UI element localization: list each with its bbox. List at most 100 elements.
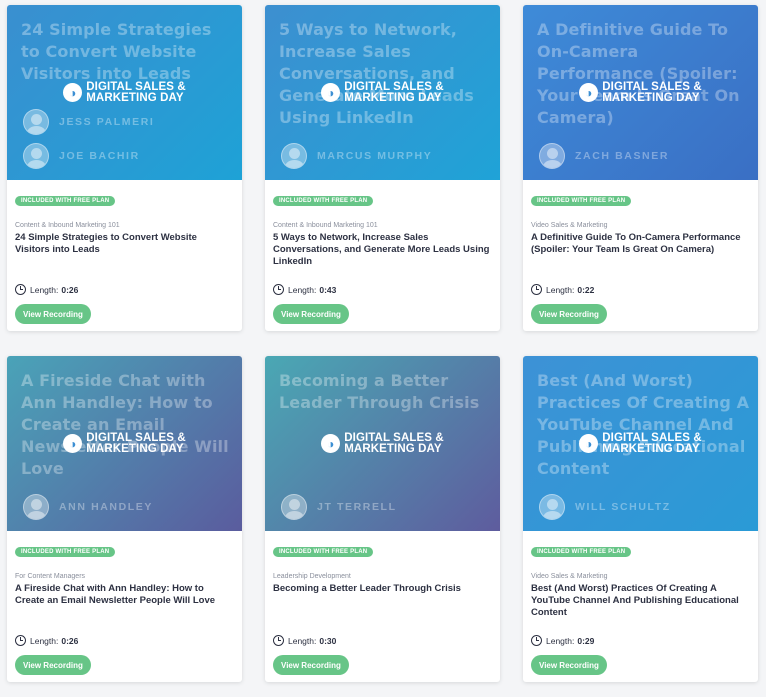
card-thumbnail[interactable]: A Definitive Guide To On-Camera Performa… [523, 5, 758, 180]
speaker-avatar [23, 143, 49, 169]
logo-line-1: DIGITAL SALES & [344, 432, 444, 444]
speaker-list: ZACH BASNER [539, 138, 669, 172]
card-title[interactable]: Becoming a Better Leader Through Crisis [273, 583, 492, 595]
card-body: INCLUDED WITH FREE PLAN For Content Mana… [15, 540, 234, 682]
recording-card[interactable]: A Definitive Guide To On-Camera Performa… [523, 5, 758, 331]
logo-mark-icon: ◑ [579, 83, 599, 102]
recording-card[interactable]: 24 Simple Strategies to Convert Website … [7, 5, 242, 331]
thumbnail-title: A Definitive Guide To On-Camera Performa… [537, 20, 740, 127]
card-title[interactable]: A Fireside Chat with Ann Handley: How to… [15, 583, 234, 607]
length-label: Length: [288, 284, 317, 295]
card-category: Content & Inbound Marketing 101 [273, 222, 378, 229]
speaker-name: JOE BACHIR [59, 150, 140, 162]
card-body: INCLUDED WITH FREE PLAN Video Sales & Ma… [531, 189, 750, 331]
logo-line-2: MARKETING DAY [602, 442, 700, 455]
logo-line-1: DIGITAL SALES & [602, 432, 702, 444]
speaker-avatar [23, 109, 49, 135]
card-category: Video Sales & Marketing [531, 222, 608, 229]
logo-mark-icon: ◑ [321, 83, 341, 102]
speaker-list: JESS PALMERI JOE BACHIR [23, 104, 154, 172]
speaker-avatar [281, 143, 307, 169]
clock-icon [15, 284, 26, 295]
thumbnail-title: Best (And Worst) Practices Of Creating A… [537, 371, 750, 478]
logo-line-2: MARKETING DAY [344, 91, 442, 104]
card-title[interactable]: 5 Ways to Network, Increase Sales Conver… [273, 232, 492, 268]
speaker: ANN HANDLEY [23, 491, 153, 523]
length-label: Length: [546, 284, 575, 295]
speaker-name: JT TERRELL [317, 501, 397, 513]
card-thumbnail[interactable]: A Fireside Chat with Ann Handley: How to… [7, 356, 242, 531]
view-recording-button[interactable]: View Recording [15, 304, 91, 324]
logo-line-1: DIGITAL SALES & [86, 432, 186, 444]
speaker-list: JT TERRELL [281, 489, 397, 523]
recording-length: Length: 0:26 [15, 635, 78, 646]
speaker: WILL SCHULTZ [539, 491, 671, 523]
card-body: INCLUDED WITH FREE PLAN Content & Inboun… [273, 189, 492, 331]
speaker-avatar [281, 494, 307, 520]
card-thumbnail[interactable]: 24 Simple Strategies to Convert Website … [7, 5, 242, 180]
card-body: INCLUDED WITH FREE PLAN Leadership Devel… [273, 540, 492, 682]
speaker-avatar [23, 494, 49, 520]
event-logo: ◑ DIGITAL SALES & MARKETING DAY [523, 433, 758, 454]
view-recording-button[interactable]: View Recording [531, 304, 607, 324]
view-recording-button[interactable]: View Recording [15, 655, 91, 675]
length-value: 0:22 [577, 284, 595, 295]
clock-icon [15, 635, 26, 646]
logo-line-1: DIGITAL SALES & [602, 81, 702, 93]
speaker: JT TERRELL [281, 491, 397, 523]
card-category: Leadership Development [273, 573, 351, 580]
recording-card[interactable]: Becoming a Better Leader Through Crisis … [265, 356, 500, 682]
view-recording-button[interactable]: View Recording [273, 655, 349, 675]
speaker: JESS PALMERI [23, 106, 154, 138]
logo-line-2: MARKETING DAY [86, 91, 184, 104]
length-value: 0:30 [319, 635, 337, 646]
card-thumbnail[interactable]: 5 Ways to Network, Increase Sales Conver… [265, 5, 500, 180]
speaker-name: ZACH BASNER [575, 150, 670, 162]
card-category: Content & Inbound Marketing 101 [15, 222, 120, 229]
event-logo: ◑ DIGITAL SALES & MARKETING DAY [7, 433, 242, 454]
recording-card[interactable]: Best (And Worst) Practices Of Creating A… [523, 356, 758, 682]
length-value: 0:26 [61, 635, 79, 646]
card-body: INCLUDED WITH FREE PLAN Video Sales & Ma… [531, 540, 750, 682]
thumbnail-title: A Fireside Chat with Ann Handley: How to… [21, 371, 229, 478]
logo-line-1: DIGITAL SALES & [344, 81, 444, 93]
card-title[interactable]: A Definitive Guide To On-Camera Performa… [531, 232, 750, 256]
clock-icon [531, 284, 542, 295]
event-logo: ◑ DIGITAL SALES & MARKETING DAY [265, 433, 500, 454]
recording-length: Length: 0:26 [15, 284, 78, 295]
recording-length: Length: 0:30 [273, 635, 336, 646]
free-plan-badge: INCLUDED WITH FREE PLAN [273, 196, 374, 206]
card-body: INCLUDED WITH FREE PLAN Content & Inboun… [15, 189, 234, 331]
event-logo: ◑ DIGITAL SALES & MARKETING DAY [7, 82, 242, 103]
free-plan-badge: INCLUDED WITH FREE PLAN [531, 547, 632, 557]
logo-mark-icon: ◑ [63, 83, 83, 102]
speaker-name: MARCUS MURPHY [317, 150, 433, 162]
speaker: JOE BACHIR [23, 140, 154, 172]
length-label: Length: [30, 635, 59, 646]
recording-length: Length: 0:43 [273, 284, 336, 295]
speaker-name: JESS PALMERI [59, 116, 155, 128]
view-recording-button[interactable]: View Recording [273, 304, 349, 324]
recording-length: Length: 0:22 [531, 284, 594, 295]
speaker: MARCUS MURPHY [281, 140, 432, 172]
view-recording-button[interactable]: View Recording [531, 655, 607, 675]
logo-line-2: MARKETING DAY [86, 442, 184, 455]
length-label: Length: [30, 284, 59, 295]
clock-icon [273, 635, 284, 646]
logo-line-2: MARKETING DAY [344, 442, 442, 455]
speaker-list: WILL SCHULTZ [539, 489, 671, 523]
speaker-list: ANN HANDLEY [23, 489, 153, 523]
recording-card[interactable]: 5 Ways to Network, Increase Sales Conver… [265, 5, 500, 331]
logo-mark-icon: ◑ [579, 434, 599, 453]
clock-icon [273, 284, 284, 295]
speaker-avatar [539, 143, 565, 169]
speaker-name: ANN HANDLEY [59, 501, 154, 513]
free-plan-badge: INCLUDED WITH FREE PLAN [273, 547, 374, 557]
card-thumbnail[interactable]: Best (And Worst) Practices Of Creating A… [523, 356, 758, 531]
speaker: ZACH BASNER [539, 140, 669, 172]
thumbnail-title: Becoming a Better Leader Through Crisis [279, 371, 480, 412]
card-title[interactable]: 24 Simple Strategies to Convert Website … [15, 232, 234, 256]
recording-card[interactable]: A Fireside Chat with Ann Handley: How to… [7, 356, 242, 682]
card-thumbnail[interactable]: Becoming a Better Leader Through Crisis … [265, 356, 500, 531]
card-title[interactable]: Best (And Worst) Practices Of Creating A… [531, 583, 750, 619]
